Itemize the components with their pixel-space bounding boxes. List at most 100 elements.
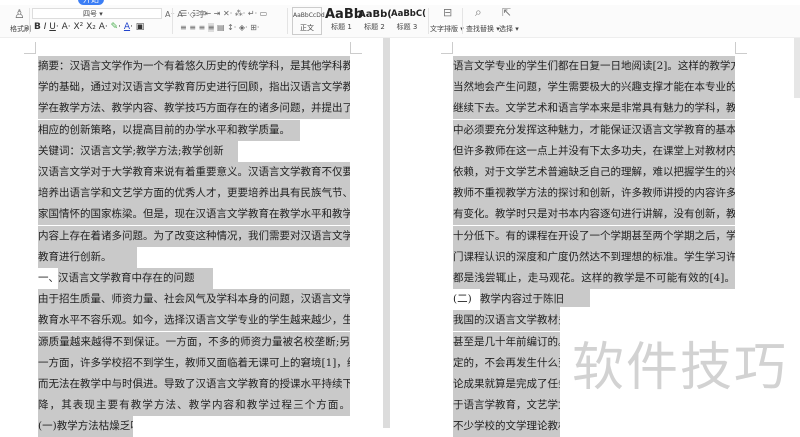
text-line[interactable]: 依赖，对于文学艺术普遍缺乏自己的理解，难以把握学生的兴趣点[3]。 (453, 162, 735, 183)
text-line[interactable]: 我国的汉语言文学教材多年 (453, 310, 560, 332)
text-line[interactable]: 一方面，许多学校招不到学生，教师又面临着无课可上的窘境[1]，继 (38, 352, 350, 374)
text-line[interactable]: 继续下去。文学艺术和语言学本来是非常具有魅力的学科，教学过程 (453, 98, 735, 120)
line-text: 教育水平不容乐观。如今，选择汉语言文学专业的学生越来越少，生 (38, 310, 350, 332)
line-text: 我国的汉语言文学教材多年 (453, 310, 560, 332)
cursor-icon: ⇱ (502, 6, 512, 19)
text-line[interactable]: 由于招生质量、师资力量、社会风气及学科本身的问题，汉语言文学 (38, 289, 350, 311)
page-separator (383, 38, 390, 428)
line-text: 有变化。教学时只是对书本内容逐句进行讲解，没有创新，教学效率 (453, 204, 735, 226)
align-icons[interactable]: ≡ ≡ ≡ ≡ ▤ ↕· ◈· ⊞· (180, 23, 259, 32)
text-line[interactable]: 培养出语言学和文艺学方面的优秀人才，更要培养出具有民族气节、 (38, 183, 350, 205)
style-heading-1[interactable]: AaBb 标题 1 (325, 7, 363, 32)
bold-icon[interactable]: B (34, 22, 41, 32)
text-line[interactable]: 有变化。教学时只是对书本内容逐句进行讲解，没有创新，教学效率 (453, 204, 735, 226)
line-text: 学的基础，通过对汉语言文学教育历史进行回顾，指出汉语言文学教 (38, 77, 350, 99)
style-heading-3[interactable]: AaBbC(标题 3 (391, 7, 426, 32)
text-line[interactable]: 源质量越来越得不到保证。一方面，不多的师资力量被名校垄断;另 (38, 331, 350, 353)
font-color-icon[interactable]: A (124, 22, 130, 32)
watermark-text: 软件技巧 (572, 338, 789, 398)
page-corner-mark (735, 42, 747, 54)
text-line[interactable]: 内容上存在着诸多问题。为了改变这种情况，我们需要对汉语言文学 (38, 225, 350, 247)
text-line[interactable]: 摘要：汉语言文学作为一个有着悠久历史的传统学科，是其他学科教 (38, 56, 350, 77)
line-text: 中必须要充分发挥这种魅力，才能保证汉语言文学教育的基本活力。 (453, 119, 735, 141)
text-line[interactable]: 相应的创新策略，以提高目前的办学水平和教学质量。 (38, 119, 300, 141)
line-text: 教师不重视教学方法的探讨和创新，许多教师讲授的内容许多年都没 (453, 183, 735, 205)
line-text: 汉语言文学对于大学教育来说有着重要意义。汉语言文学教育不仅要 (38, 162, 350, 183)
text-line[interactable]: 降，其表现主要有教学方法、教学内容和教学过程三个方面。 (38, 395, 350, 417)
text-layout-button[interactable]: 文字排版 ▾ (430, 24, 464, 34)
line-text: 相应的创新策略，以提高目前的办学水平和教学质量。 (38, 119, 300, 141)
text-line[interactable]: 定的，不会再发生什么变化 (453, 352, 560, 374)
line-text: 降，其表现主要有教学方法、教学内容和教学过程三个方面。 (38, 395, 350, 417)
text-line[interactable]: 但许多教师在这一点上并没有下太多功夫，在课堂上对教材内容过于 (453, 140, 735, 162)
font-format-icons[interactable]: B I U· A· X² X₂ A· ✎· A· ▣ (34, 22, 144, 32)
text-line[interactable]: (一)教学方法枯燥乏味 (38, 416, 133, 437)
text-line[interactable]: 当然地会产生问题，学生需要极大的兴趣支撑才能在本专业的学习中 (453, 77, 735, 99)
ribbon-toolbar: ♙ 格式刷 四号 ▾ A⁺ A⁻ ◇ 字 B I U· A· X² X₂ A· … (0, 5, 800, 38)
line-text: 语言文学专业的学生们都在日复一日地阅读[2]。这样的教学方法理所 (453, 56, 735, 77)
text-line[interactable]: 都是浅尝辄止，走马观花。这样的教学是不可能有效的[4]。 (453, 268, 735, 289)
text-line[interactable]: 十分低下。有的课程在开设了一个学期甚至两个学期之后，学生对该 (453, 225, 735, 247)
line-text: 摘要：汉语言文学作为一个有着悠久历史的传统学科，是其他学科教 (38, 56, 350, 77)
line-text: 家国情怀的国家栋梁。但是，现在汉语言文学教育在教学水平和教学 (38, 204, 350, 226)
page-corner-mark (24, 42, 36, 54)
text-line[interactable]: 不少学校的文学理论教材 (453, 416, 560, 437)
heading-number: (二) (453, 293, 472, 306)
text-line[interactable]: 语言文学专业的学生们都在日复一日地阅读[2]。这样的教学方法理所 (453, 56, 735, 77)
style-heading-2[interactable]: AaBb(标题 2 (358, 7, 392, 32)
brush-icon[interactable]: ♙ (14, 7, 25, 21)
line-text: 依赖，对于文学艺术普遍缺乏自己的理解，难以把握学生的兴趣点[3]。 (453, 162, 735, 183)
line-text: 于语言学教育，文艺学尤其 (453, 395, 560, 417)
line-text: 但许多教师在这一点上并没有下太多功夫，在课堂上对教材内容过于 (453, 140, 735, 162)
line-text: 内容上存在着诸多问题。为了改变这种情况，我们需要对汉语言文学 (38, 225, 350, 247)
italic-icon[interactable]: I (44, 22, 47, 32)
vertical-scrollbar[interactable] (794, 38, 800, 98)
highlight-icon[interactable]: ✎ (111, 22, 119, 32)
text-line[interactable]: 教师不重视教学方法的探讨和创新，许多教师讲授的内容许多年都没 (453, 183, 735, 205)
line-text: 一方面，许多学校招不到学生，教师又面临着无课可上的窘境[1]，继 (38, 352, 350, 374)
style-normal[interactable]: AaBbCcDd 正文 (292, 7, 325, 35)
text-line[interactable]: 教育进行创新。 (38, 246, 137, 268)
line-text: 源质量越来越得不到保证。一方面，不多的师资力量被名校垄断;另 (38, 331, 350, 353)
text-line[interactable]: 关键词：汉语言文学;教学方法;教学创新 (38, 140, 238, 162)
line-text: 汉语言文学教育中存在的问题 (58, 268, 213, 289)
text-line[interactable]: 学在教学方法、教学内容、教学技巧方面存在的诸多问题，并提出了 (38, 98, 350, 120)
line-text: 教育进行创新。 (38, 246, 137, 268)
line-text: 都是浅尝辄止，走马观花。这样的教学是不可能有效的[4]。 (453, 268, 735, 289)
page-corner-mark (441, 42, 453, 54)
text-line[interactable]: 教育水平不容乐观。如今，选择汉语言文学专业的学生越来越少，生 (38, 310, 350, 332)
line-text: 而无法在教学中与时俱进。导致了汉语言文学教育的授课水平持续下 (38, 374, 350, 395)
line-text: 由于招生质量、师资力量、社会风气及学科本身的问题，汉语言文学 (38, 289, 350, 311)
list-icons[interactable]: ☰· ☷· ⇤ ⇥ ✕· ⁂· ↵· ▭ (180, 9, 267, 18)
font-size-select[interactable]: 四号 ▾ (32, 8, 162, 19)
text-line[interactable]: 中必须要充分发挥这种魅力，才能保证汉语言文学教育的基本活力。 (453, 119, 735, 141)
line-text: 关键词：汉语言文学;教学方法;教学创新 (38, 140, 238, 162)
text-line[interactable]: 门课程认识的深度和广度仍然达不到理想的标准。学生学习许多课程 (453, 246, 735, 268)
select-button[interactable]: 选择 ▾ (499, 24, 519, 34)
text-line[interactable]: 汉语言文学对于大学教育来说有着重要意义。汉语言文学教育不仅要 (38, 162, 350, 183)
search-icon: ⌕ (475, 5, 482, 19)
line-text: 定的，不会再发生什么变化 (453, 352, 560, 374)
line-text: 十分低下。有的课程在开设了一个学期甚至两个学期之后，学生对该 (453, 225, 735, 247)
text-line[interactable]: 于语言学教育，文艺学尤其 (453, 395, 560, 417)
line-text: (一)教学方法枯燥乏味 (38, 416, 133, 437)
text-line[interactable]: 论成果就算是完成了任务， (453, 374, 560, 395)
heading-number: 一、 (38, 272, 59, 284)
format-painter-button[interactable]: 格式刷 (10, 24, 31, 34)
line-text: 继续下去。文学艺术和语言学本来是非常具有魅力的学科，教学过程 (453, 98, 735, 120)
find-replace-button[interactable]: 查找替换 ▾ (466, 24, 500, 34)
text-layout-icon: ⊟ (443, 6, 453, 19)
text-line[interactable]: 而无法在教学中与时俱进。导致了汉语言文学教育的授课水平持续下 (38, 374, 350, 395)
font-size-value: 四号 (83, 10, 97, 18)
text-line[interactable]: 一、汉语言文学教育中存在的问题 (38, 268, 213, 289)
text-line[interactable]: 家国情怀的国家栋梁。但是，现在汉语言文学教育在教学水平和教学 (38, 204, 350, 226)
text-line[interactable]: 甚至是几十年前编订的。部 (453, 331, 560, 353)
underline-icon[interactable]: U (49, 22, 56, 32)
line-text: 甚至是几十年前编订的。部 (453, 331, 560, 353)
page-corner-mark (350, 42, 362, 54)
line-text: 培养出语言学和文艺学方面的优秀人才，更要培养出具有民族气节、 (38, 183, 350, 205)
line-text: 不少学校的文学理论教材 (453, 416, 560, 437)
line-text: 论成果就算是完成了任务， (453, 374, 560, 395)
line-text: 门课程认识的深度和广度仍然达不到理想的标准。学生学习许多课程 (453, 246, 735, 268)
text-line[interactable]: 学的基础，通过对汉语言文学教育历史进行回顾，指出汉语言文学教 (38, 77, 350, 99)
